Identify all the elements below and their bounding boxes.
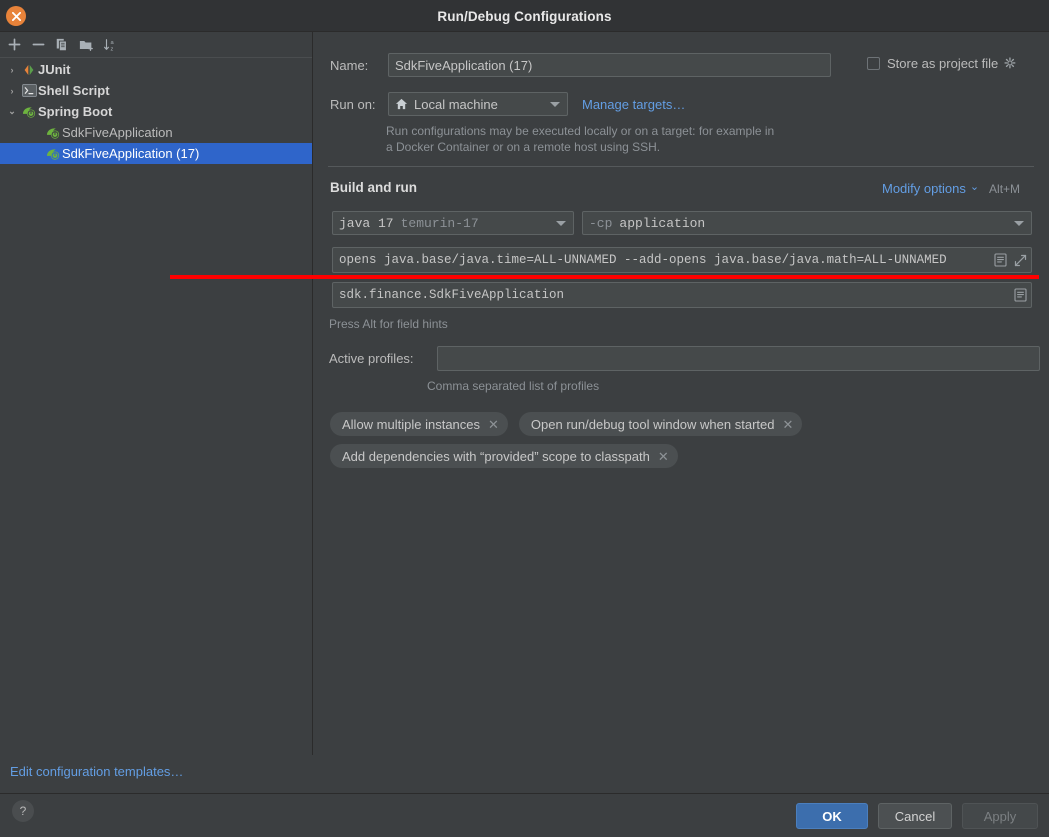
run-on-hint: Run configurations may be executed local…	[386, 123, 774, 155]
expand-icon[interactable]	[1014, 254, 1027, 267]
modify-options-shortcut: Alt+M	[989, 181, 1021, 196]
vm-options-input[interactable]: opens java.base/java.time=ALL-UNNAMED --…	[332, 247, 1032, 273]
store-as-project-file-checkbox[interactable]: Store as project file	[867, 56, 998, 71]
gear-icon[interactable]	[1004, 57, 1017, 70]
remove-configuration-button[interactable]	[27, 34, 49, 56]
tree-item-label: Shell Script	[38, 83, 110, 98]
active-profiles-input[interactable]	[437, 346, 1040, 371]
tree-item-junit[interactable]: › JUnit	[0, 59, 312, 80]
main-class-input[interactable]: sdk.finance.SdkFiveApplication	[332, 282, 1032, 308]
store-as-project-file-label: Store as project file	[887, 56, 999, 71]
run-on-value: Local machine	[414, 96, 498, 112]
chip-close-icon[interactable]: ✕	[782, 418, 793, 431]
modify-options-row: Modify options ⌄ Alt+M	[882, 181, 1020, 196]
active-profiles-label: Active profiles:	[329, 351, 414, 366]
cancel-button[interactable]: Cancel	[878, 803, 952, 829]
run-on-row: Run on: Local machine Manage targets…	[330, 92, 685, 116]
jdk-row: java 17 temurin-17 -cp application	[332, 211, 1032, 235]
chevron-down-icon[interactable]	[1014, 221, 1024, 226]
footer-buttons: OK Cancel Apply	[796, 803, 1038, 829]
active-profiles-row: Active profiles:	[329, 346, 1040, 371]
chip-label: Open run/debug tool window when started	[530, 416, 775, 432]
edit-configuration-templates-link[interactable]: Edit configuration templates…	[10, 764, 183, 779]
tree-item-label: SdkFiveApplication (17)	[62, 146, 200, 161]
sort-configurations-button[interactable]: a z	[99, 34, 121, 56]
name-input[interactable]: SdkFiveApplication (17)	[388, 53, 831, 77]
dialog-footer: ? OK Cancel Apply	[0, 793, 1049, 837]
modify-options-link[interactable]: Modify options	[882, 181, 966, 196]
shell-script-icon	[20, 83, 38, 99]
tree-item-sdkfiveapplication-17[interactable]: SdkFiveApplication (17)	[0, 143, 312, 164]
classpath-prefix: -cp	[589, 215, 613, 231]
spring-boot-icon	[44, 125, 62, 141]
main-class-field-actions	[1014, 288, 1027, 302]
vm-options-field-actions	[994, 253, 1027, 267]
junit-icon	[20, 62, 38, 78]
chevron-right-icon[interactable]: ›	[4, 62, 20, 78]
apply-button[interactable]: Apply	[962, 803, 1038, 829]
macro-icon[interactable]	[994, 253, 1007, 267]
section-divider	[328, 166, 1034, 167]
run-on-dropdown[interactable]: Local machine	[388, 92, 568, 116]
chevron-right-icon[interactable]: ›	[4, 83, 20, 99]
active-profiles-hint: Comma separated list of profiles	[427, 379, 600, 393]
spring-boot-icon	[44, 146, 62, 162]
store-as-project-file-row: Store as project file	[867, 56, 1017, 71]
jdk-value: java 17	[339, 215, 394, 231]
jdk-dropdown[interactable]: java 17 temurin-17	[332, 211, 574, 235]
checkbox-box[interactable]	[867, 57, 880, 70]
tree-item-shell-script[interactable]: › Shell Script	[0, 80, 312, 101]
name-row: Name: SdkFiveApplication (17)	[330, 53, 831, 77]
run-on-hint-line-1: Run configurations may be executed local…	[386, 124, 775, 138]
jdk-value-detail: temurin-17	[400, 215, 479, 231]
configurations-tree: › JUnit › Shell Script ⌄ Spring Boot Sdk…	[0, 59, 312, 164]
chevron-down-icon[interactable]	[550, 102, 560, 107]
chip-add-provided-dependencies[interactable]: Add dependencies with “provided” scope t…	[330, 444, 678, 468]
run-on-label: Run on:	[330, 96, 376, 112]
tree-item-label: SdkFiveApplication	[62, 125, 173, 140]
configurations-sidebar: a z › JUnit › Shell Script ⌄ Spring Boot…	[0, 32, 313, 779]
chevron-down-icon[interactable]: ⌄	[4, 104, 20, 120]
chip-allow-multiple-instances[interactable]: Allow multiple instances ✕	[330, 412, 508, 436]
macro-icon[interactable]	[1014, 288, 1027, 302]
svg-text:a: a	[110, 40, 114, 46]
window-titlebar: Run/Debug Configurations	[0, 0, 1049, 32]
help-button[interactable]: ?	[12, 800, 34, 822]
run-debug-configurations-dialog: Run/Debug Configurations a z › JUnit › S…	[0, 0, 1049, 837]
window-title: Run/Debug Configurations	[437, 8, 612, 24]
manage-targets-link[interactable]: Manage targets…	[582, 97, 685, 112]
chip-open-run-debug-tool-window[interactable]: Open run/debug tool window when started …	[518, 412, 803, 436]
red-underline-annotation	[170, 275, 1039, 279]
build-and-run-title: Build and run	[330, 180, 417, 195]
tree-item-spring-boot[interactable]: ⌄ Spring Boot	[0, 101, 312, 122]
field-hints-text: Press Alt for field hints	[329, 317, 448, 331]
add-configuration-button[interactable]	[3, 34, 25, 56]
move-into-folder-button[interactable]	[75, 34, 97, 56]
classpath-value: application	[619, 215, 706, 231]
chip-label: Add dependencies with “provided” scope t…	[342, 448, 650, 464]
chip-label: Allow multiple instances	[342, 416, 481, 432]
tree-item-label: Spring Boot	[38, 104, 113, 119]
ok-button[interactable]: OK	[796, 803, 868, 829]
chevron-down-icon[interactable]: ⌄	[970, 180, 979, 193]
classpath-dropdown[interactable]: -cp application	[582, 211, 1032, 235]
chip-close-icon[interactable]: ✕	[488, 418, 499, 431]
spring-boot-icon	[20, 104, 38, 120]
close-icon[interactable]	[6, 6, 26, 26]
home-icon	[395, 98, 408, 110]
name-label: Name:	[330, 57, 369, 73]
tree-item-sdkfiveapplication[interactable]: SdkFiveApplication	[0, 122, 312, 143]
options-chips: Allow multiple instances ✕ Open run/debu…	[330, 412, 1030, 468]
main-class-value: sdk.finance.SdkFiveApplication	[339, 288, 565, 302]
run-on-hint-line-2: a Docker Container or on a remote host u…	[386, 140, 661, 154]
configuration-form: Name: SdkFiveApplication (17) Store as p…	[170, 32, 1049, 755]
svg-text:z: z	[110, 46, 113, 52]
chip-close-icon[interactable]: ✕	[658, 450, 669, 463]
copy-configuration-button[interactable]	[51, 34, 73, 56]
vm-options-value: opens java.base/java.time=ALL-UNNAMED --…	[339, 253, 947, 267]
chevron-down-icon[interactable]	[556, 221, 566, 226]
sidebar-toolbar: a z	[0, 32, 312, 58]
tree-item-label: JUnit	[38, 62, 71, 77]
